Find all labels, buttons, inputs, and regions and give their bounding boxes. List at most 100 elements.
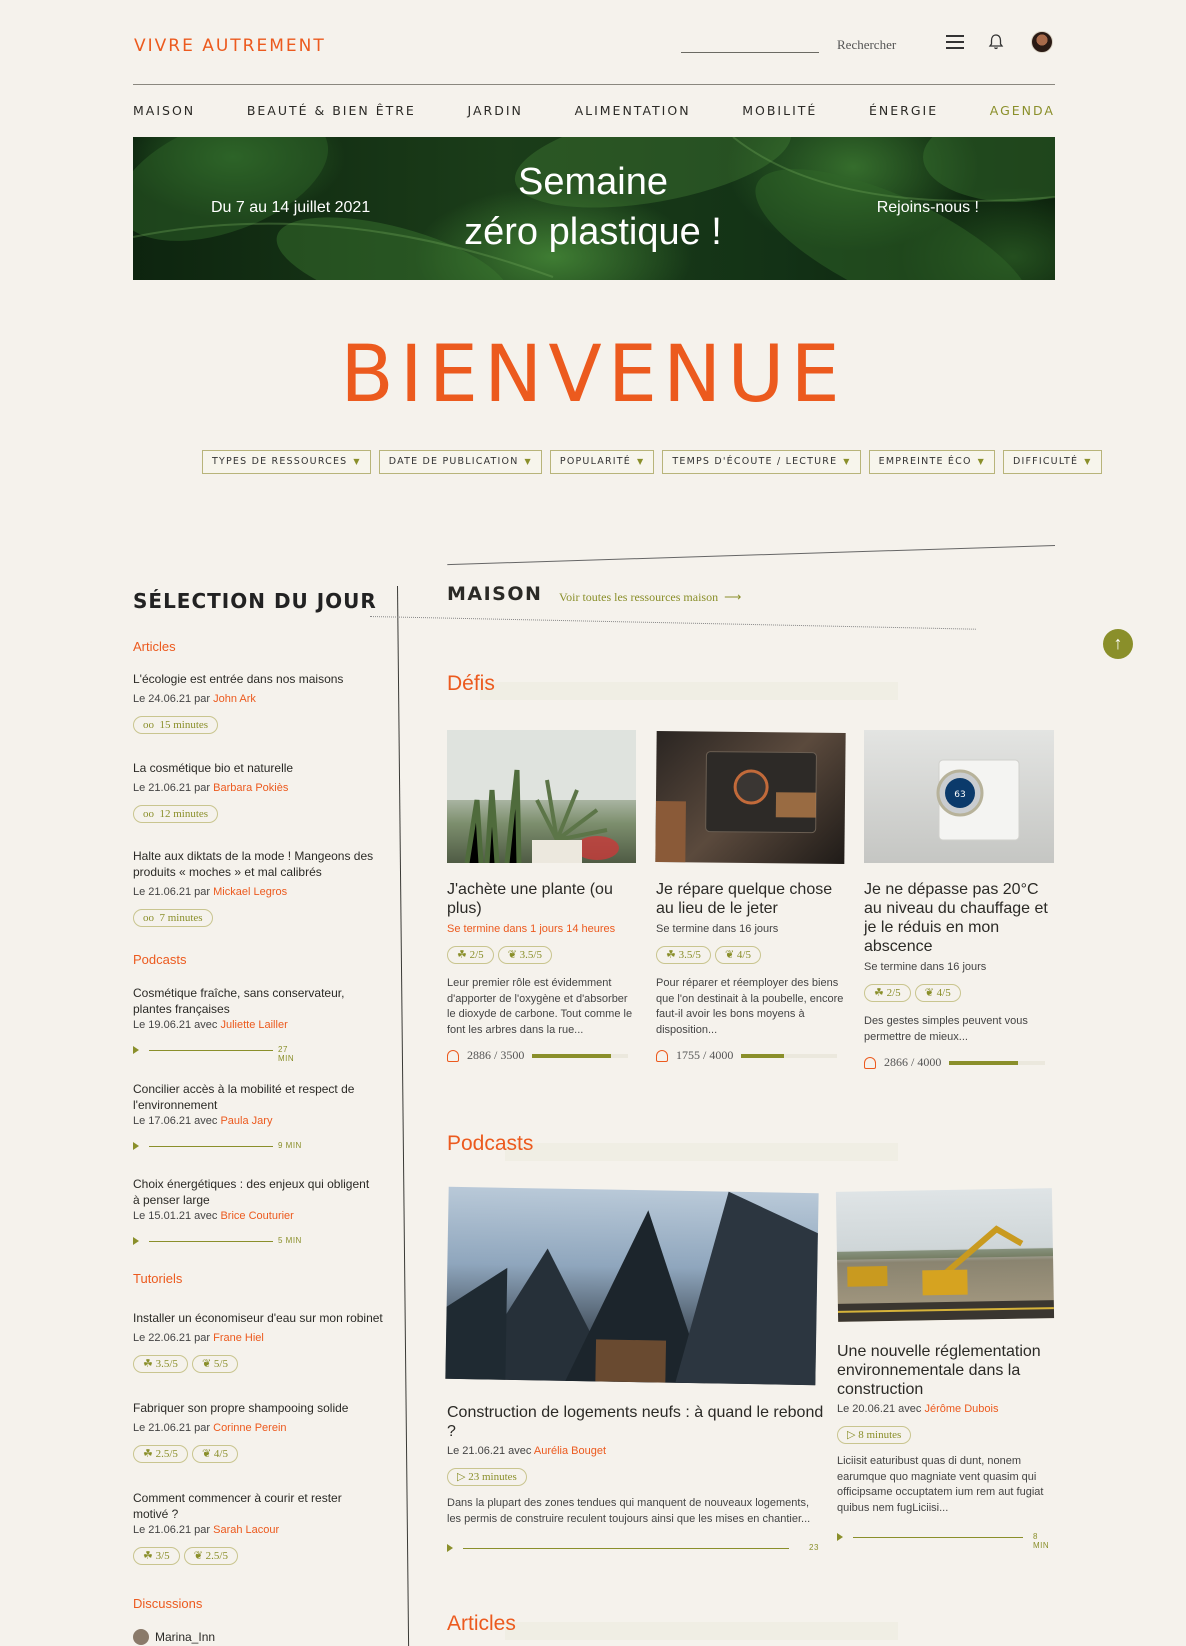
item-title[interactable]: Halte aux diktats de la mode ! Mangeons … bbox=[133, 848, 378, 880]
card-title[interactable]: Je ne dépasse pas 20°C au niveau du chau… bbox=[864, 880, 1056, 956]
search-label[interactable]: Rechercher bbox=[837, 37, 896, 53]
audio-progress[interactable] bbox=[149, 1241, 273, 1242]
item-meta: Le 21.06.21 par Sarah Lacour bbox=[133, 1524, 280, 1536]
list-item[interactable]: Concilier accès à la mobilité et respect… bbox=[133, 1081, 378, 1152]
nav-item-agenda[interactable]: AGENDA bbox=[990, 103, 1055, 118]
nav-item-jardin[interactable]: JARDIN bbox=[468, 103, 523, 118]
item-title[interactable]: Installer un économiseur d'eau sur mon r… bbox=[133, 1310, 393, 1326]
author-link[interactable]: Aurélia Bouget bbox=[534, 1445, 606, 1457]
nav-item-maison[interactable]: MAISON bbox=[133, 103, 195, 118]
challenge-card[interactable]: J'achète une plante (ou plus) Se termine… bbox=[447, 880, 637, 1063]
filter-difficulte[interactable]: DIFFICULTÉ ▼ bbox=[1002, 450, 1102, 474]
difficulty-badge: ❦ 3.5/5 bbox=[497, 946, 552, 964]
filter-date[interactable]: DATE DE PUBLICATION ▼ bbox=[378, 450, 542, 474]
banner-cta[interactable]: Rejoins-nous ! bbox=[877, 199, 979, 217]
card-image-plants[interactable] bbox=[447, 730, 636, 863]
search-input[interactable] bbox=[681, 35, 819, 53]
audio-player[interactable]: 27 MIN bbox=[133, 1045, 303, 1063]
challenge-card[interactable]: Je répare quelque chose au lieu de le je… bbox=[656, 880, 846, 1063]
card-title[interactable]: Une nouvelle réglementation environnemen… bbox=[837, 1342, 1053, 1399]
filter-types[interactable]: TYPES DE RESSOURCES ▼ bbox=[202, 450, 371, 474]
filter-temps[interactable]: TEMPS D'ÉCOUTE / LECTURE ▼ bbox=[662, 450, 861, 474]
challenge-card[interactable]: Je ne dépasse pas 20°C au niveau du chau… bbox=[864, 880, 1056, 1070]
see-all-link[interactable]: Voir toutes les ressources maison ⟶ bbox=[559, 590, 741, 605]
audio-duration: 5 MIN bbox=[278, 1236, 302, 1245]
menu-icon[interactable] bbox=[946, 35, 964, 49]
discussion-user[interactable]: Marina_Inn bbox=[155, 1630, 215, 1644]
avatar[interactable] bbox=[1031, 31, 1053, 53]
filter-empreinte[interactable]: EMPREINTE ÉCO ▼ bbox=[868, 450, 995, 474]
podcast-card[interactable]: Une nouvelle réglementation environnemen… bbox=[837, 1342, 1053, 1550]
buildings-illustration bbox=[445, 1191, 818, 1386]
author-link[interactable]: Brice Couturier bbox=[220, 1210, 293, 1222]
scroll-top-button[interactable]: ↑ bbox=[1103, 629, 1133, 659]
podcast-image-excavator[interactable] bbox=[835, 1188, 1055, 1322]
author-link[interactable]: Mickael Legros bbox=[213, 886, 287, 898]
item-title[interactable]: Fabriquer son propre shampooing solide bbox=[133, 1400, 378, 1416]
play-icon[interactable] bbox=[133, 1046, 139, 1054]
item-title[interactable]: Concilier accès à la mobilité et respect… bbox=[133, 1081, 378, 1113]
nav-item-mobilite[interactable]: MOBILITÉ bbox=[742, 103, 817, 118]
item-title[interactable]: Choix énergétiques : des enjeux qui obli… bbox=[133, 1176, 378, 1208]
list-item[interactable]: Halte aux diktats de la mode ! Mangeons … bbox=[133, 848, 378, 927]
play-icon[interactable] bbox=[133, 1142, 139, 1150]
author-link[interactable]: Barbara Pokiès bbox=[213, 782, 288, 794]
main-nav: MAISON BEAUTÉ & BIEN ÊTRE JARDIN ALIMENT… bbox=[133, 103, 1055, 118]
bell-icon[interactable] bbox=[987, 33, 1005, 51]
card-image-repair[interactable] bbox=[655, 731, 846, 864]
item-title[interactable]: Comment commencer à courir et rester mot… bbox=[133, 1490, 378, 1522]
card-title[interactable]: Construction de logements neufs : à quan… bbox=[447, 1403, 827, 1441]
category-tutoriels[interactable]: Tutoriels bbox=[133, 1271, 182, 1286]
audio-player[interactable]: 9 MIN bbox=[133, 1141, 303, 1152]
audio-progress[interactable] bbox=[149, 1146, 273, 1147]
filter-popularite[interactable]: POPULARITÉ ▼ bbox=[549, 450, 655, 474]
card-title[interactable]: J'achète une plante (ou plus) bbox=[447, 880, 637, 918]
author-link[interactable]: Sarah Lacour bbox=[213, 1524, 279, 1536]
card-title[interactable]: Je répare quelque chose au lieu de le je… bbox=[656, 880, 846, 918]
column-divider bbox=[397, 585, 410, 1646]
participants-icon bbox=[864, 1056, 876, 1069]
progress-bar bbox=[949, 1060, 1046, 1065]
list-item[interactable]: Comment commencer à courir et rester mot… bbox=[133, 1490, 378, 1565]
play-icon[interactable] bbox=[133, 1237, 139, 1245]
author-link[interactable]: John Ark bbox=[213, 693, 256, 705]
list-item[interactable]: Fabriquer son propre shampooing solide L… bbox=[133, 1400, 378, 1463]
audio-player[interactable]: 8 MIN bbox=[837, 1532, 1053, 1550]
category-podcasts[interactable]: Podcasts bbox=[133, 952, 186, 967]
eco-score-badge: ☘ 3.5/5 bbox=[656, 946, 711, 964]
author-link[interactable]: Juliette Lailler bbox=[220, 1019, 287, 1031]
author-link[interactable]: Corinne Perein bbox=[213, 1422, 286, 1434]
event-banner[interactable]: Du 7 au 14 juillet 2021 Semaine zéro pla… bbox=[133, 137, 1055, 280]
author-link[interactable]: Jérôme Dubois bbox=[924, 1403, 998, 1415]
item-title[interactable]: La cosmétique bio et naturelle bbox=[133, 760, 378, 776]
discussion-item[interactable]: Marina_Inn bbox=[133, 1629, 215, 1645]
audio-progress[interactable] bbox=[463, 1548, 789, 1549]
audio-progress[interactable] bbox=[853, 1537, 1023, 1538]
audio-progress[interactable] bbox=[149, 1050, 273, 1051]
category-discussions[interactable]: Discussions bbox=[133, 1596, 202, 1611]
chevron-down-icon: ▼ bbox=[977, 457, 985, 466]
brand-logo[interactable]: VIVRE AUTREMENT bbox=[134, 36, 326, 56]
audio-player[interactable]: 23 bbox=[447, 1543, 818, 1554]
play-icon[interactable] bbox=[447, 1544, 453, 1552]
card-image-thermostat[interactable]: 63 bbox=[864, 730, 1054, 863]
list-item[interactable]: L'écologie est entrée dans nos maisons L… bbox=[133, 671, 378, 734]
play-icon[interactable] bbox=[837, 1533, 843, 1541]
author-link[interactable]: Paula Jary bbox=[220, 1115, 272, 1127]
podcast-card[interactable]: Construction de logements neufs : à quan… bbox=[447, 1403, 827, 1554]
list-item[interactable]: Cosmétique fraîche, sans conservateur, p… bbox=[133, 985, 378, 1063]
item-title[interactable]: L'écologie est entrée dans nos maisons bbox=[133, 671, 378, 687]
list-item[interactable]: La cosmétique bio et naturelle Le 21.06.… bbox=[133, 760, 378, 823]
audio-player[interactable]: 5 MIN bbox=[133, 1236, 303, 1247]
podcast-image-buildings[interactable] bbox=[445, 1186, 819, 1386]
author-link[interactable]: Frane Hiel bbox=[213, 1332, 264, 1344]
nav-item-alimentation[interactable]: ALIMENTATION bbox=[575, 103, 691, 118]
item-title[interactable]: Cosmétique fraîche, sans conservateur, p… bbox=[133, 985, 378, 1017]
list-item[interactable]: Installer un économiseur d'eau sur mon r… bbox=[133, 1310, 393, 1373]
section-title: MAISON bbox=[447, 583, 543, 605]
nav-item-beaute[interactable]: BEAUTÉ & BIEN ÊTRE bbox=[247, 103, 416, 118]
arrow-right-icon: ⟶ bbox=[721, 590, 742, 604]
list-item[interactable]: Choix énergétiques : des enjeux qui obli… bbox=[133, 1176, 378, 1247]
category-articles[interactable]: Articles bbox=[133, 639, 176, 654]
nav-item-energie[interactable]: ÉNERGIE bbox=[869, 103, 938, 118]
